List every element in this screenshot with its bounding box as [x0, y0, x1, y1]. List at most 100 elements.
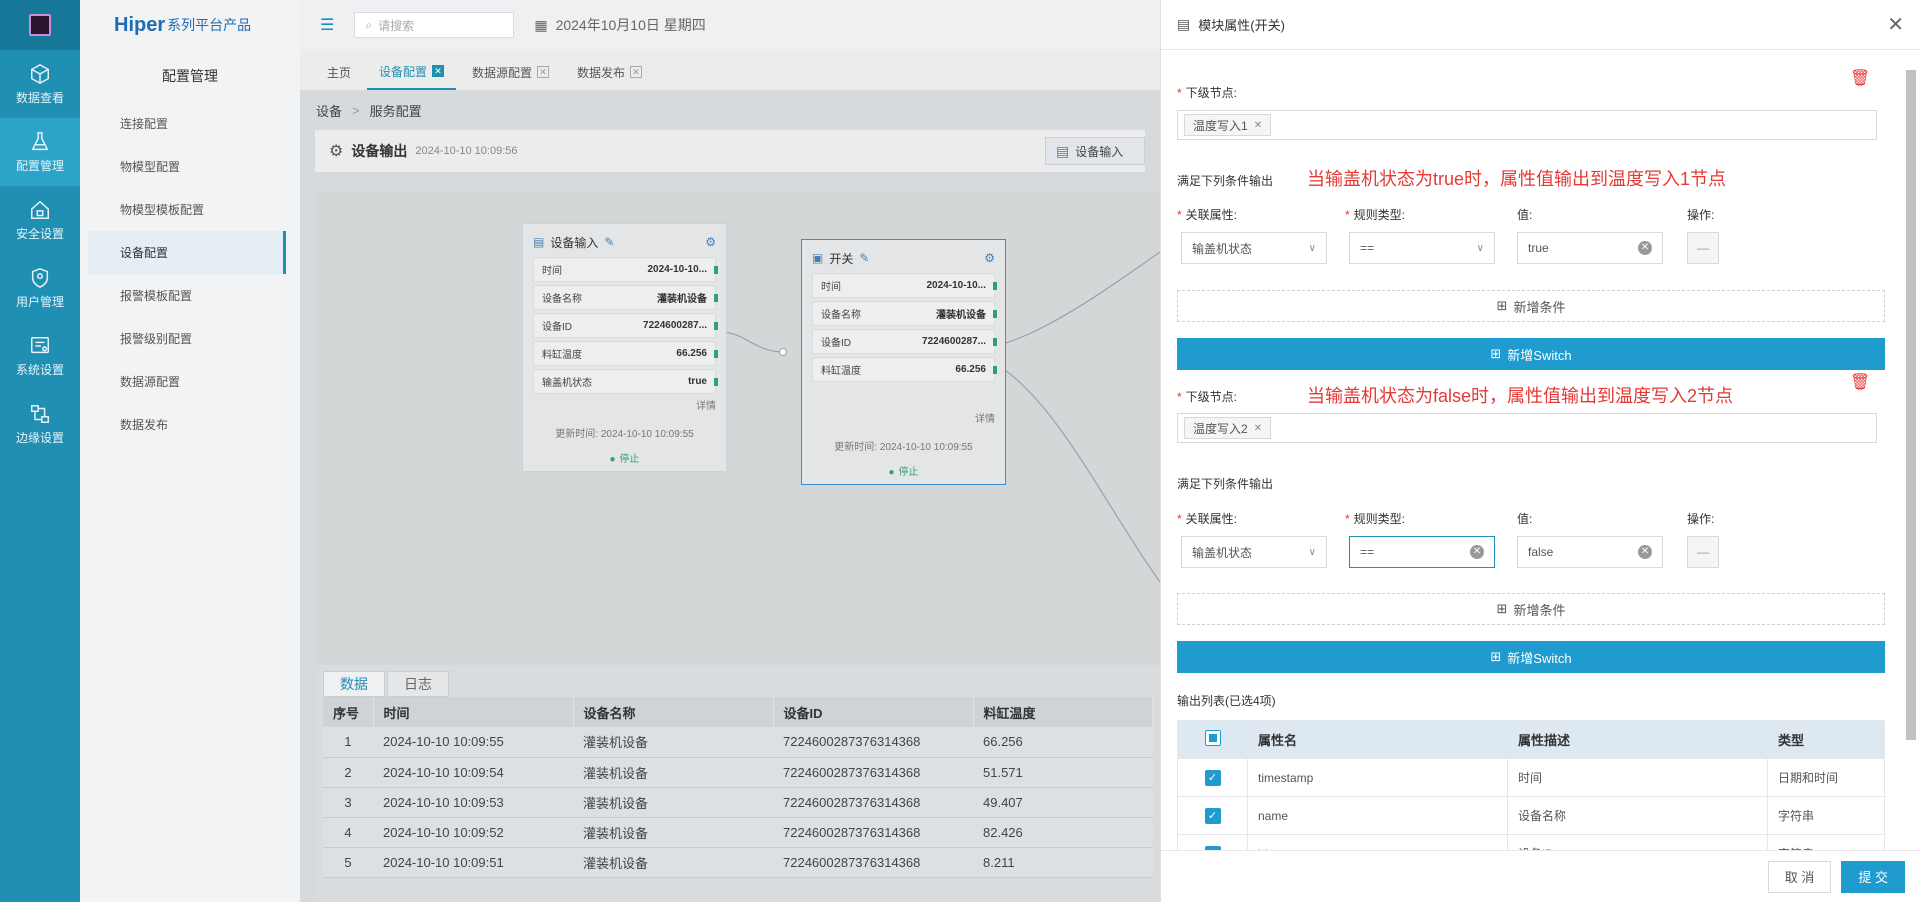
table-cell: 灌装机设备: [573, 847, 773, 878]
sidebar-item-thing-model[interactable]: 物模型配置: [88, 145, 286, 188]
delete-icon[interactable]: 🗑: [1850, 372, 1870, 392]
close-icon[interactable]: ✕: [1887, 12, 1904, 37]
node-detail-link[interactable]: 详情: [812, 410, 995, 426]
system-settings-icon: [31, 336, 49, 353]
assoc-attr-select[interactable]: 输盖机状态 ∨: [1181, 536, 1327, 568]
row-value: 7224600287...: [922, 336, 986, 347]
clear-icon[interactable]: ✕: [1638, 241, 1652, 255]
gear-icon[interactable]: ⚙: [984, 251, 995, 265]
add-condition-button[interactable]: ⊞ 新增条件: [1177, 593, 1885, 625]
row-checkbox-cell[interactable]: ✓: [1177, 834, 1248, 850]
delete-icon[interactable]: 🗑: [1850, 68, 1870, 88]
row-checkbox-cell[interactable]: ✓: [1177, 796, 1248, 835]
next-node-select[interactable]: 温度写入1 ✕: [1177, 110, 1877, 140]
node-detail-link[interactable]: 详情: [533, 397, 716, 413]
table-cell: 5: [323, 847, 373, 878]
value-input[interactable]: true ✕: [1517, 232, 1663, 264]
row-value: 2024-10-10...: [926, 280, 987, 291]
remove-condition-button[interactable]: —: [1687, 232, 1719, 264]
tab-publish[interactable]: 数据发布 ✕: [565, 54, 654, 90]
close-icon[interactable]: ✕: [1254, 120, 1262, 131]
checkbox-checked[interactable]: ✓: [1204, 807, 1221, 824]
rail-item-security[interactable]: 安全设置: [0, 186, 80, 254]
table-cell: 49.407: [973, 787, 1153, 818]
assoc-attr-select[interactable]: 输盖机状态 ∨: [1181, 232, 1327, 264]
breadcrumb-item[interactable]: 设备: [316, 101, 342, 120]
row-value: 灌装机设备: [936, 310, 986, 321]
menu-toggle-icon[interactable]: ☰: [320, 15, 334, 35]
data-panel: 数据 日志 序号 时间 设备名称 设备ID 料缸温度 1 2024-10-10 1…: [315, 665, 1160, 902]
sidebar-item-device-config[interactable]: 设备配置: [88, 231, 286, 274]
close-icon[interactable]: ✕: [630, 66, 643, 78]
column-header: 设备ID: [773, 697, 974, 727]
table-row[interactable]: 1 2024-10-10 10:09:55 灌装机设备 722460028737631…: [323, 727, 1153, 758]
label-text: 规则类型:: [1353, 512, 1406, 526]
gear-icon[interactable]: ⚙: [705, 235, 716, 249]
sidebar-item-connection[interactable]: 连接配置: [88, 102, 286, 145]
device-input-button[interactable]: ▤ 设备输入: [1045, 137, 1145, 165]
drawer-scrollbar[interactable]: [1904, 60, 1918, 840]
node-tag: 温度写入2 ✕: [1184, 417, 1272, 439]
tag-label: 温度写入2: [1193, 421, 1248, 436]
search-input[interactable]: ⌕ 请搜索: [354, 12, 515, 38]
table-row[interactable]: 2 2024-10-10 10:09:54 灌装机设备 722460028737631…: [323, 757, 1153, 788]
rail-item-edge[interactable]: 边缘设置: [0, 390, 80, 458]
table-row[interactable]: 3 2024-10-10 10:09:53 灌装机设备 722460028737631…: [323, 787, 1153, 818]
close-icon[interactable]: ✕: [537, 66, 550, 78]
column-header: 属性描述: [1507, 720, 1768, 759]
sidebar-item-alarm-level[interactable]: 报警级别配置: [88, 317, 286, 360]
sidebar-item-publish[interactable]: 数据发布: [88, 403, 286, 446]
clear-icon[interactable]: ✕: [1638, 545, 1652, 559]
rule-type-select[interactable]: == ✕: [1349, 536, 1495, 568]
select-all-checkbox[interactable]: [1204, 730, 1221, 746]
tab-device-config[interactable]: 设备配置 ✕: [367, 54, 457, 90]
rail-item-config[interactable]: 配置管理: [0, 118, 80, 186]
rail-item-system[interactable]: 系统设置: [0, 322, 80, 390]
input-value: false: [1528, 545, 1554, 559]
node-row: 设备名称 灌装机设备: [812, 301, 997, 326]
rail-item-data-view[interactable]: 数据查看: [0, 50, 80, 118]
rail-label: 边缘设置: [15, 430, 64, 445]
rule-type-select[interactable]: == ∨: [1349, 232, 1495, 264]
close-icon[interactable]: ✕: [1254, 423, 1262, 434]
row-key: 料缸温度: [542, 350, 582, 361]
edit-icon[interactable]: ✎: [859, 251, 869, 265]
sidebar-item-alarm-template[interactable]: 报警模板配置: [88, 274, 286, 317]
close-icon[interactable]: ✕: [432, 65, 445, 77]
add-switch-button[interactable]: ⊞ 新增Switch: [1177, 338, 1885, 370]
next-node-select[interactable]: 温度写入2 ✕: [1177, 413, 1877, 443]
tab-log[interactable]: 日志: [387, 671, 449, 697]
select-all-header[interactable]: [1177, 720, 1248, 759]
cancel-button[interactable]: 取 消: [1767, 860, 1832, 893]
tab-datasource[interactable]: 数据源配置 ✕: [460, 54, 561, 90]
tab-data[interactable]: 数据: [323, 671, 385, 697]
add-icon: ⊞: [1490, 346, 1502, 361]
submit-button[interactable]: 提 交: [1841, 860, 1905, 893]
node-switch[interactable]: ▣ 开关 ✎ ⚙ 时间 2024-10-10... 设备名称 灌装机设备 设备ID 7…: [801, 239, 1006, 485]
tab-label: 数据发布: [577, 65, 626, 80]
scrollbar-thumb[interactable]: [1906, 70, 1916, 740]
table-row[interactable]: ✓id设备ID字符串: [1177, 834, 1885, 850]
remove-condition-button[interactable]: —: [1687, 536, 1719, 568]
clear-icon[interactable]: ✕: [1470, 545, 1484, 559]
sidebar-item-datasource[interactable]: 数据源配置: [88, 360, 286, 403]
table-row[interactable]: ✓ name 设备名称 字符串: [1177, 796, 1885, 835]
node-tag: 温度写入1 ✕: [1184, 114, 1272, 136]
node-device-input[interactable]: ▤ 设备输入 ✎ ⚙ 时间 2024-10-10... 设备名称 灌装机设备 设备I…: [522, 223, 727, 472]
table-row[interactable]: 4 2024-10-10 10:09:52 灌装机设备 722460028737631…: [323, 817, 1153, 848]
checkbox-checked[interactable]: ✓: [1204, 769, 1221, 786]
rail-item-users[interactable]: 用户管理: [0, 254, 80, 322]
date-display: ▦ 2024年10月10日 星期四: [534, 15, 705, 35]
add-condition-button[interactable]: ⊞ 新增条件: [1177, 290, 1885, 322]
row-checkbox-cell[interactable]: ✓: [1177, 758, 1248, 797]
add-switch-button[interactable]: ⊞ 新增Switch: [1177, 641, 1885, 673]
table-row[interactable]: ✓ timestamp 时间 日期和时间: [1177, 758, 1885, 797]
tab-home[interactable]: 主页: [315, 54, 363, 90]
table-row[interactable]: 5 2024-10-10 10:09:51 灌装机设备 722460028737631…: [323, 847, 1153, 878]
node-header: ▣ 开关 ✎ ⚙: [812, 246, 995, 270]
flow-canvas[interactable]: ▤ 设备输入 ✎ ⚙ 时间 2024-10-10... 设备名称 灌装机设备 设备I…: [315, 192, 1160, 715]
edit-icon[interactable]: ✎: [604, 235, 614, 249]
value-input[interactable]: false ✕: [1517, 536, 1663, 568]
row-value: true: [688, 376, 707, 387]
sidebar-item-thing-model-template[interactable]: 物模型模板配置: [88, 188, 286, 231]
